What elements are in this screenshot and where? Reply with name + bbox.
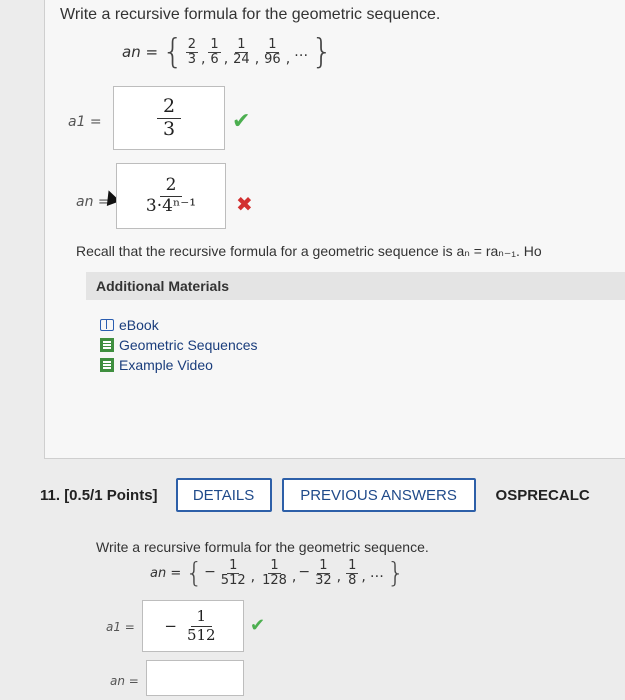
seq-term: 1 512 (220, 558, 246, 588)
video-icon (100, 358, 114, 372)
hint-text: Recall that the recursive formula for a … (76, 243, 542, 259)
seq-term: 1 32 (315, 558, 332, 588)
q11-an-label: an = (110, 674, 139, 688)
q10-prompt: Write a recursive formula for the geomet… (60, 6, 441, 23)
previous-answers-button[interactable]: PREVIOUS ANSWERS (281, 478, 476, 512)
document-icon (100, 338, 114, 352)
seq-lhs: an = (122, 43, 159, 61)
q11-a1-label: a1 = (106, 620, 135, 634)
q11-prompt: Write a recursive formula for the geomet… (96, 539, 429, 555)
link-ebook[interactable]: eBook (100, 315, 258, 335)
additional-materials-header: Additional Materials (86, 272, 625, 300)
a1-answer-input[interactable]: 23 (113, 86, 225, 150)
seq-term: 18 (346, 558, 359, 588)
q11-correct-check-icon: ✔ (250, 615, 266, 635)
an-answer-input[interactable]: 2 3·4ⁿ⁻¹ (116, 163, 226, 229)
incorrect-x-icon: ✖ (236, 194, 253, 216)
q11-a1-answer-input[interactable]: − 1 512 (142, 600, 244, 652)
details-button[interactable]: DETAILS (175, 478, 272, 512)
book-icon (100, 319, 114, 331)
q11-sequence: an = { − 1 512, 1 128, − 1 32, 18, … } (150, 556, 405, 590)
course-label: OSPRECALC (495, 486, 590, 504)
q10-sequence: an = { 23, 16, 1 24, 1 96, … } (122, 32, 333, 72)
seq-term: 1 96 (264, 36, 281, 67)
link-geometric-sequences[interactable]: Geometric Sequences (100, 335, 258, 355)
link-example-video[interactable]: Example Video (100, 355, 258, 375)
seq-term: 16 (208, 36, 221, 67)
q11-number: 11. [0.5/1 Points] (40, 486, 158, 504)
q11-header: 11. [0.5/1 Points] DETAILS PREVIOUS ANSW… (40, 478, 590, 512)
seq-term: 23 (185, 36, 198, 67)
a1-label: a1 = (68, 114, 102, 130)
seq-term: 1 128 (262, 558, 287, 588)
seq-term: 1 24 (233, 36, 250, 67)
correct-check-icon: ✔ (232, 108, 251, 133)
materials-links: eBook Geometric Sequences Example Video (100, 315, 258, 375)
q11-an-answer-input[interactable] (146, 660, 244, 696)
